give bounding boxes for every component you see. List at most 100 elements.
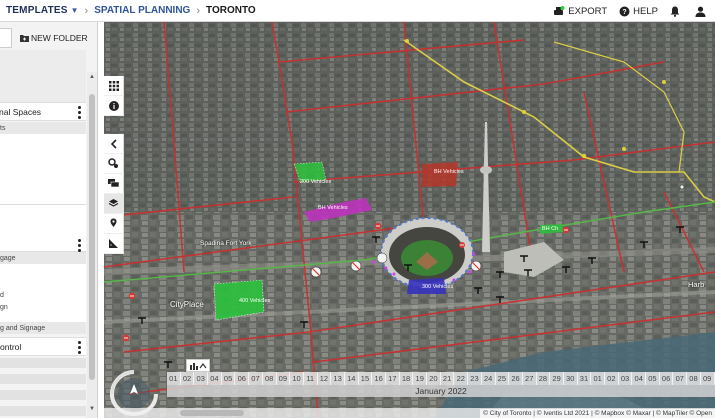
chevron-left-icon — [110, 138, 117, 149]
settings-tool-button[interactable] — [103, 154, 124, 174]
layer-item[interactable]: g and Signage — [0, 322, 86, 334]
top-actions: EXPORT ? HELP — [553, 0, 715, 22]
location-tool-button[interactable] — [103, 214, 124, 234]
more-options-icon[interactable] — [78, 341, 82, 354]
top-bar: TEMPLATES ▼ › SPATIAL PLANNING › TORONTO… — [0, 0, 715, 22]
zone-label[interactable]: BH Vehicles — [434, 169, 464, 175]
timeline-day[interactable]: 23 — [468, 372, 482, 385]
timeline-day[interactable]: 09 — [701, 372, 715, 385]
layer-item[interactable] — [0, 374, 86, 384]
layer-item[interactable]: gn — [0, 302, 86, 313]
timeline-day[interactable]: 13 — [331, 372, 345, 385]
export-icon — [554, 5, 565, 15]
place-label-spadina: Spadina Fort York — [200, 240, 252, 247]
map-scroll-thumb[interactable] — [180, 410, 244, 416]
scroll-down-icon[interactable]: ▼ — [89, 406, 95, 412]
layer-item[interactable] — [0, 358, 86, 368]
timeline-day[interactable]: 06 — [235, 372, 250, 385]
layer-item[interactable]: d — [0, 290, 86, 301]
layer-group-label: ontrol — [0, 341, 22, 352]
timeline-day[interactable]: 15 — [359, 372, 373, 385]
scroll-up-icon[interactable]: ▲ — [89, 74, 95, 80]
zone-label[interactable]: BH Vehicles — [318, 205, 348, 211]
timeline-day[interactable]: 06 — [660, 372, 674, 385]
timeline-day[interactable]: 29 — [550, 372, 564, 385]
timeline-day[interactable]: 05 — [646, 372, 660, 385]
measure-tool-button[interactable] — [103, 234, 124, 254]
breadcrumb-separator: › — [84, 4, 89, 17]
map-pin-icon — [110, 218, 117, 227]
layer-item[interactable]: gage — [0, 252, 86, 264]
zone-label[interactable]: 200 Vehicles — [300, 179, 331, 185]
export-button[interactable]: EXPORT — [553, 5, 607, 17]
timeline-day[interactable]: 08 — [687, 372, 701, 385]
timeline-day[interactable]: 01 — [591, 372, 605, 385]
zone-label[interactable]: 400 Vehicles — [239, 298, 270, 304]
layer-item[interactable] — [0, 406, 86, 416]
timeline-day[interactable]: 12 — [318, 372, 332, 385]
timeline-day[interactable]: 03 — [194, 372, 209, 385]
timeline-day[interactable]: 10 — [290, 372, 304, 385]
search-input[interactable] — [0, 28, 12, 48]
timeline-toggle-button[interactable] — [186, 359, 210, 372]
timeline-day[interactable]: 31 — [578, 372, 592, 385]
timeline-day[interactable]: 02 — [605, 372, 619, 385]
timeline-day[interactable]: 16 — [372, 372, 386, 385]
timeline-day[interactable]: 24 — [482, 372, 496, 385]
timeline-day[interactable]: 20 — [427, 372, 441, 385]
timeline-day[interactable]: 30 — [564, 372, 578, 385]
notifications-button[interactable] — [670, 6, 683, 17]
more-options-icon[interactable] — [78, 239, 82, 252]
info-button[interactable] — [103, 96, 124, 116]
layer-item[interactable]: ts — [0, 122, 86, 134]
timeline-day[interactable]: 04 — [208, 372, 222, 385]
chat-icon — [108, 178, 119, 187]
more-options-icon[interactable] — [78, 106, 82, 119]
timeline-day[interactable]: 27 — [523, 372, 537, 385]
layer-group-control[interactable]: ontrol — [0, 337, 86, 356]
timeline-day[interactable]: 19 — [413, 372, 428, 385]
account-button[interactable] — [695, 6, 709, 17]
chevron-down-icon[interactable]: ▼ — [71, 6, 79, 15]
info-icon — [108, 100, 119, 111]
timeline-day[interactable]: 03 — [619, 372, 633, 385]
new-folder-button[interactable]: NEW FOLDER — [20, 33, 88, 43]
grid-icon — [108, 80, 119, 91]
layers-tool-button[interactable] — [103, 194, 124, 214]
zone-label[interactable]: BH Ch — [542, 226, 558, 232]
timeline-day[interactable]: 28 — [537, 372, 551, 385]
help-button[interactable]: ? HELP — [619, 6, 658, 17]
timeline-day[interactable]: 17 — [386, 372, 400, 385]
breadcrumb-spatial-planning[interactable]: SPATIAL PLANNING — [94, 5, 190, 16]
layer-group-spaces[interactable]: nal Spaces — [0, 102, 86, 121]
timeline-day[interactable]: 22 — [454, 372, 469, 385]
sidebar-scroll-thumb[interactable] — [89, 94, 95, 380]
folder-bar: NEW FOLDER — [0, 26, 97, 50]
breadcrumb-separator: › — [196, 4, 201, 17]
breadcrumb-templates[interactable]: TEMPLATES — [0, 5, 68, 16]
timeline-day[interactable]: 09 — [277, 372, 291, 385]
timeline-day[interactable]: 05 — [222, 372, 236, 385]
zone-label[interactable]: 300 Vehicles — [422, 284, 453, 290]
collapse-button[interactable] — [103, 134, 124, 154]
timeline-day[interactable]: 07 — [249, 372, 263, 385]
timeline-day[interactable]: 11 — [304, 372, 318, 385]
list-spacer — [0, 50, 86, 102]
place-label-harbour: Harb — [688, 280, 705, 289]
timeline-day[interactable]: 21 — [441, 372, 455, 385]
layer-item[interactable] — [0, 390, 86, 400]
timeline-day[interactable]: 14 — [345, 372, 359, 385]
timeline-days[interactable]: 01 02 03 04 05 06 07 08 09 10 11 12 13 14 15 16 17 18 19 20… — [167, 372, 715, 385]
timeline-day[interactable]: 08 — [263, 372, 277, 385]
comments-tool-button[interactable] — [103, 174, 124, 194]
map-attribution: © City of Toronto | © Iventis Ltd 2021 |… — [480, 409, 715, 418]
timeline-day[interactable]: 02 — [181, 372, 195, 385]
timeline-day[interactable]: 07 — [673, 372, 688, 385]
timeline-day[interactable]: 18 — [400, 372, 414, 385]
timeline-day[interactable]: 26 — [509, 372, 523, 385]
timeline-day[interactable]: 25 — [496, 372, 510, 385]
layer-group-2[interactable] — [0, 204, 86, 252]
timeline-day[interactable]: 04 — [632, 372, 647, 385]
timeline-day[interactable]: 01 — [167, 372, 181, 385]
grid-view-button[interactable] — [103, 76, 124, 96]
